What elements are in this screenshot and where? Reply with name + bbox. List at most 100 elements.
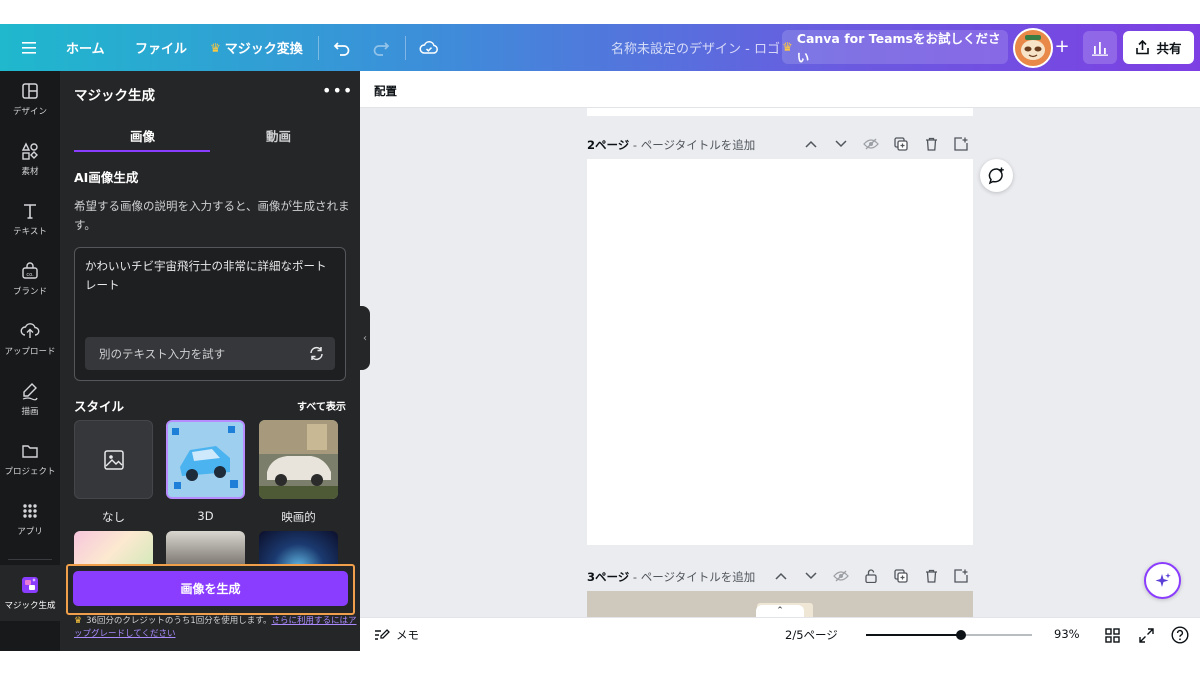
try-another-label: 別のテキスト入力を試す xyxy=(99,346,226,361)
undo-icon xyxy=(333,41,350,56)
tab-image[interactable]: 画像 xyxy=(74,126,211,145)
rail-item-magic-media[interactable]: マジック生成 xyxy=(0,565,60,621)
duplicate-page-button[interactable] xyxy=(892,135,910,153)
upload-icon xyxy=(20,323,40,338)
rail-item-upload[interactable]: アップロード xyxy=(0,311,60,367)
delete-page-button[interactable] xyxy=(922,135,940,153)
duplicate-icon xyxy=(894,569,908,583)
magic-convert-label: マジック変換 xyxy=(224,42,303,57)
style-option-3d[interactable] xyxy=(166,420,245,499)
prompt-text: かわいいチビ宇宙飛行士の非常に詳細なポートレート xyxy=(85,259,327,292)
add-page-button[interactable] xyxy=(952,567,970,585)
rail-item-apps[interactable]: アプリ xyxy=(0,491,60,547)
prompt-textarea[interactable]: かわいいチビ宇宙飛行士の非常に詳細なポートレート 別のテキスト入力を試す xyxy=(74,247,346,381)
3d-car-thumbnail xyxy=(168,422,243,497)
rail-item-text[interactable]: テキスト xyxy=(0,191,60,247)
design-title[interactable]: 名称未設定のデザイン - ロゴ xyxy=(611,24,780,71)
crown-icon: ♛ xyxy=(74,616,83,626)
hamburger-icon xyxy=(22,41,36,54)
tab-video[interactable]: 動画 xyxy=(210,126,347,145)
home-button[interactable]: ホーム xyxy=(66,24,105,71)
brand-icon: co. xyxy=(22,262,38,279)
try-teams-button[interactable]: ♛ Canva for Teamsをお試しください xyxy=(782,30,1008,65)
insights-button[interactable] xyxy=(1083,31,1117,64)
rail-item-design[interactable]: デザイン xyxy=(0,71,60,127)
more-options-button[interactable]: ••• xyxy=(322,81,353,100)
chevron-up-icon: ⌃ xyxy=(776,606,784,616)
hide-page-button[interactable] xyxy=(862,135,880,153)
arrange-button[interactable]: 配置 xyxy=(374,83,397,99)
zoom-slider-thumb[interactable] xyxy=(955,630,966,640)
try-another-prompt-button[interactable]: 別のテキスト入力を試す xyxy=(85,337,335,370)
rail-item-draw[interactable]: 描画 xyxy=(0,371,60,427)
page-number: 3ページ xyxy=(587,570,630,584)
delete-page-button[interactable] xyxy=(922,567,940,585)
folder-icon xyxy=(22,445,38,458)
try-teams-label: Canva for Teamsをお試しください xyxy=(796,31,1001,65)
add-comment-button[interactable] xyxy=(980,159,1013,192)
chevron-left-icon: ‹ xyxy=(363,332,367,344)
share-button[interactable]: 共有 xyxy=(1123,31,1194,64)
trash-icon xyxy=(925,137,937,151)
divider xyxy=(405,36,406,60)
divider xyxy=(318,36,319,60)
credit-notice: ♛ 36回分のクレジットのうち1回分を使用します。さらに利用するにはアップグレード… xyxy=(74,615,358,641)
notes-button[interactable]: メモ xyxy=(374,627,419,643)
grid-view-button[interactable] xyxy=(1103,626,1121,644)
zoom-level[interactable]: 93% xyxy=(1054,627,1080,641)
style-option-none[interactable] xyxy=(74,420,153,499)
duplicate-page-button[interactable] xyxy=(892,567,910,585)
move-up-button[interactable] xyxy=(772,567,790,585)
side-navigation: デザイン 素材 テキスト co. ブランド アップロード 描画 プロジェクト ア… xyxy=(0,71,60,651)
help-button[interactable] xyxy=(1171,626,1189,644)
zoom-slider[interactable] xyxy=(866,630,1032,640)
rail-item-elements[interactable]: 素材 xyxy=(0,131,60,187)
section-title: AI画像生成 xyxy=(74,170,139,185)
rail-label: ブランド xyxy=(12,287,47,297)
magic-assistant-button[interactable] xyxy=(1144,562,1181,599)
panel-title: マジック生成 xyxy=(74,88,155,104)
undo-button[interactable] xyxy=(333,24,351,71)
page-3-title[interactable]: 3ページ - ページタイトルを追加 xyxy=(587,569,755,585)
crown-icon: ♛ xyxy=(210,40,221,55)
canvas-page-2[interactable] xyxy=(587,159,973,545)
rail-item-projects[interactable]: プロジェクト xyxy=(0,431,60,487)
expand-icon xyxy=(1138,627,1154,643)
page-title-placeholder: - ページタイトルを追加 xyxy=(629,138,756,152)
lock-page-button[interactable] xyxy=(862,567,880,585)
add-page-button[interactable] xyxy=(952,135,970,153)
share-icon xyxy=(1136,40,1150,55)
file-menu-button[interactable]: ファイル xyxy=(135,24,187,71)
help-icon xyxy=(1171,626,1189,644)
magic-convert-button[interactable]: ♛ マジック変換 xyxy=(210,24,303,71)
add-member-button[interactable]: + xyxy=(1052,37,1072,57)
move-up-button[interactable] xyxy=(802,135,820,153)
rail-label: テキスト xyxy=(13,227,47,237)
menu-button[interactable] xyxy=(22,24,38,71)
rail-item-brand[interactable]: co. ブランド xyxy=(0,251,60,307)
style-label: 3D xyxy=(197,509,214,523)
show-pages-button[interactable]: ⌃ xyxy=(756,605,804,617)
page-1-edge xyxy=(587,108,973,116)
cloud-save-status[interactable] xyxy=(419,24,439,71)
move-down-button[interactable] xyxy=(802,567,820,585)
avatar[interactable] xyxy=(1013,28,1053,68)
collapse-panel-handle[interactable]: ‹ xyxy=(360,306,370,370)
page-2-title[interactable]: 2ページ - ページタイトルを追加 xyxy=(587,137,755,153)
see-all-styles-link[interactable]: すべて表示 xyxy=(297,398,346,413)
zoom-slider-fill xyxy=(866,634,961,636)
trash-icon xyxy=(925,569,937,583)
hide-page-button[interactable] xyxy=(832,567,850,585)
notes-pencil-icon xyxy=(375,629,390,640)
style-option-cinematic[interactable] xyxy=(259,420,338,499)
redo-icon xyxy=(373,41,390,56)
fullscreen-button[interactable] xyxy=(1137,626,1155,644)
generate-image-button[interactable]: 画像を生成 xyxy=(73,571,348,606)
grid-icon xyxy=(1104,627,1120,643)
divider xyxy=(8,559,52,560)
share-label: 共有 xyxy=(1156,41,1182,56)
redo-button[interactable] xyxy=(372,24,390,71)
credit-text: 36回分のクレジットのうち1回分を使用します。 xyxy=(86,616,272,626)
move-down-button[interactable] xyxy=(832,135,850,153)
page-counter[interactable]: 2/5ページ xyxy=(785,627,838,643)
